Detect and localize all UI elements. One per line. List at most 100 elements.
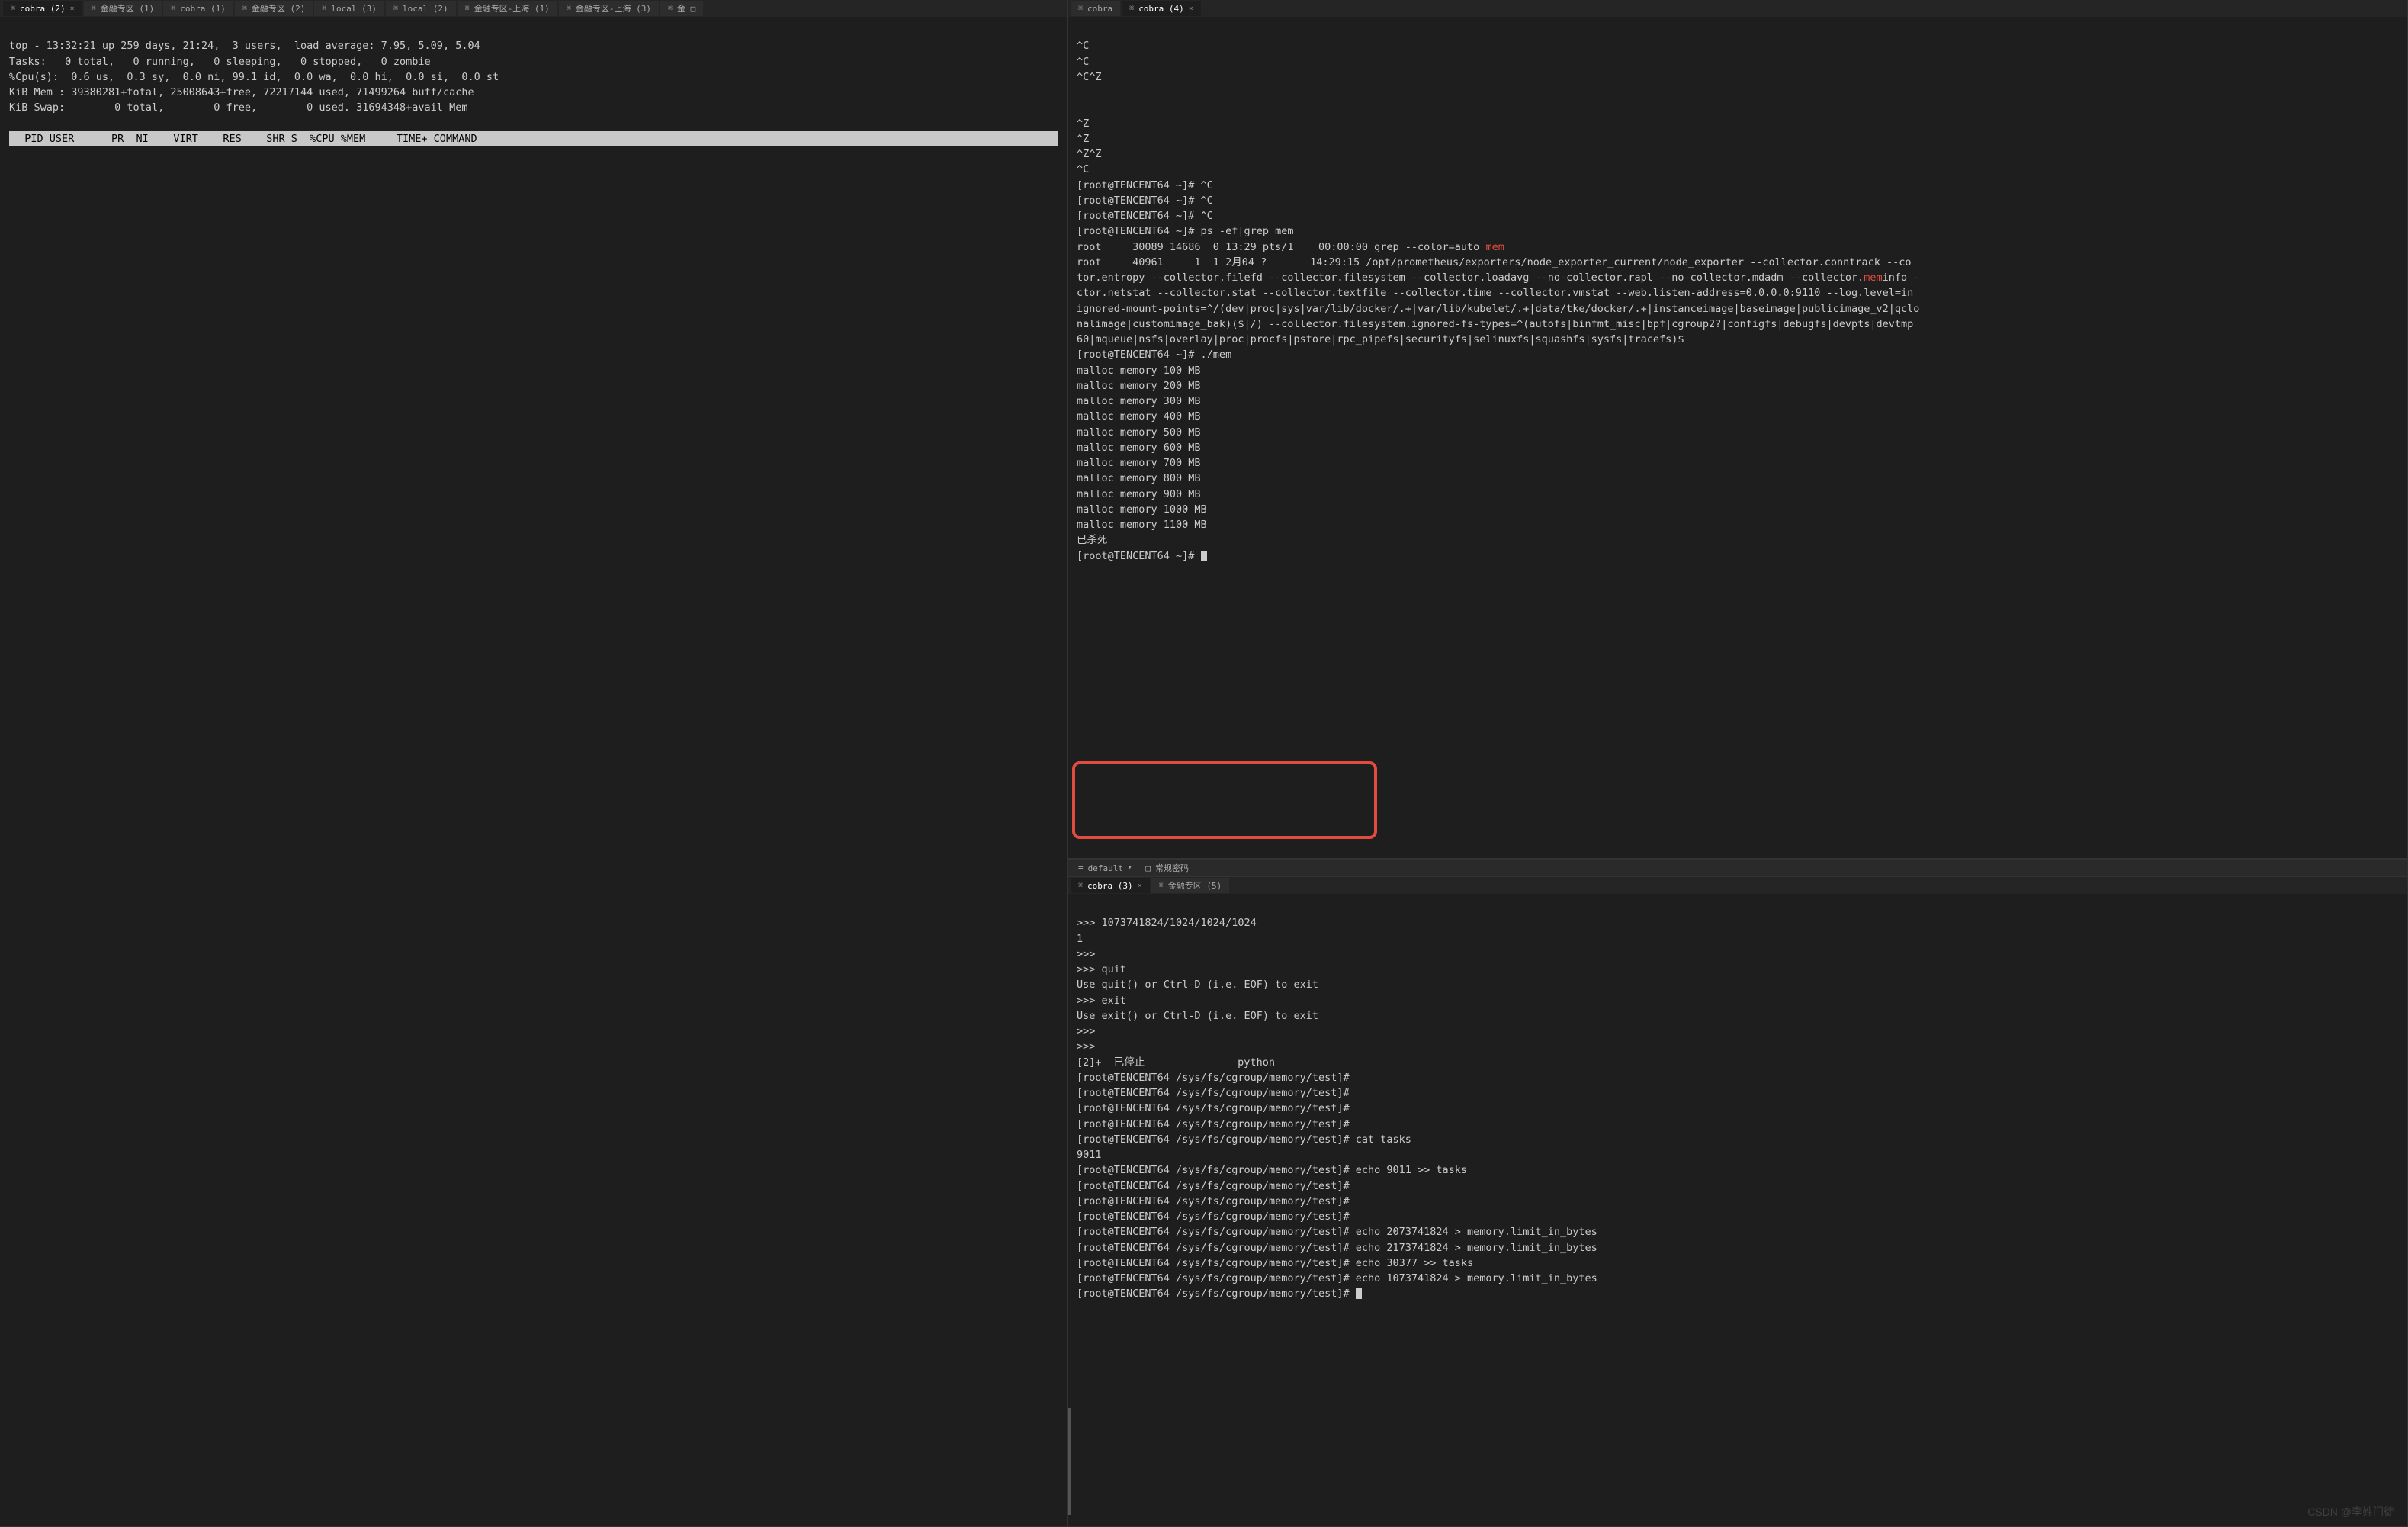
top-tab-bar: ⌘ cobra (2) × ⌘金融专区 (1) ⌘ cobra (1) ⌘ 金融专区 (…: [0, 0, 1067, 17]
right-top-terminal-pane: ⌘cobra ⌘cobra (4)× ^C ^C ^C^Z ^Z ^Z ^Z^Z…: [1068, 0, 2408, 859]
output-line: ^C ^C ^C^Z ^Z ^Z ^Z^Z ^C: [1077, 40, 1102, 175]
prompt-line: [root@TENCENT64 /sys/fs/cgroup/memory/te…: [1077, 1164, 1467, 1176]
right-bottom-terminal-pane: ≡ default ▾ □ 常规密码 ⌘ cobra (3) × ⌘ 金融专区 (5)…: [1068, 859, 2408, 1527]
prompt-line: [root@TENCENT64 /sys/fs/cgroup/memory/te…: [1077, 1133, 1411, 1146]
right-bottom-terminal-body[interactable]: >>> 1073741824/1024/1024/1024 1 >>> >>> …: [1068, 894, 2407, 1526]
keypad-icon: □: [1145, 863, 1151, 873]
watermark: CSDN @李姓门徒: [2307, 1504, 2394, 1519]
tab-cobra-3[interactable]: ⌘ cobra (3) ×: [1071, 878, 1150, 893]
close-icon[interactable]: ×: [1189, 5, 1193, 13]
prompt-line: [root@TENCENT64 /sys/fs/cgroup/memory/te…: [1077, 1102, 1350, 1114]
output-line: malloc memory 1100 MB: [1077, 519, 1207, 531]
output-line: [2]+ 已停止 python: [1077, 1056, 1275, 1069]
terminal-icon: ⌘: [242, 5, 247, 13]
right-top-terminal-body[interactable]: ^C ^C ^C^Z ^Z ^Z ^Z^Z ^C [root@TENCENT64…: [1068, 17, 2407, 858]
tab-label: local (3): [331, 4, 377, 14]
prompt-line: [root@TENCENT64 /sys/fs/cgroup/memory/te…: [1077, 1226, 1597, 1238]
output-line: malloc memory 400 MB: [1077, 410, 1201, 423]
tab-cobra-1[interactable]: ⌘ cobra (1): [163, 1, 233, 16]
scroll-indicator: [1068, 1408, 1071, 1515]
terminal-icon: ⌘: [1129, 5, 1134, 13]
prompt-line: [root@TENCENT64 /sys/fs/cgroup/memory/te…: [1077, 1180, 1350, 1192]
right-bottom-tab-bar: ⌘ cobra (3) × ⌘ 金融专区 (5): [1068, 877, 2407, 894]
output-line: Use exit() or Ctrl-D (i.e. EOF) to exit: [1077, 1010, 1318, 1022]
tab-finance-sh-3[interactable]: ⌘ 金融专区-上海 (3): [559, 1, 659, 16]
tab-local-2[interactable]: ⌘ local (2): [386, 1, 456, 16]
prompt-line: [root@TENCENT64 /sys/fs/cgroup/memory/te…: [1077, 1257, 1473, 1269]
top-line-uptime: top - 13:32:21 up 259 days, 21:24, 3 use…: [9, 40, 480, 52]
terminal-icon: ⌘: [393, 5, 398, 13]
password-button[interactable]: □ 常规密码: [1145, 862, 1189, 874]
prompt-line: [root@TENCENT64 ~]# ^C: [1077, 194, 1213, 207]
top-line-mem: KiB Mem : 39380281+total, 25008643+free,…: [9, 86, 474, 98]
left-terminal-body[interactable]: top - 13:32:21 up 259 days, 21:24, 3 use…: [0, 17, 1067, 1526]
prompt-line: [root@TENCENT64 /sys/fs/cgroup/memory/te…: [1077, 1242, 1597, 1254]
tab-label: cobra (1): [180, 4, 226, 14]
tab-label: cobra (2): [20, 4, 66, 14]
tab-label: cobra: [1087, 4, 1112, 14]
terminal-icon: ⌘: [668, 5, 673, 13]
top-line-tasks: Tasks: 0 total, 0 running, 0 sleeping, 0…: [9, 56, 431, 68]
tab-finance-2[interactable]: ⌘ 金融专区 (2): [235, 1, 313, 16]
output-line: malloc memory 700 MB: [1077, 457, 1201, 469]
prompt-line: [root@TENCENT64 ~]# ./mem: [1077, 349, 1231, 361]
output-line: malloc memory 1000 MB: [1077, 503, 1207, 516]
output-line: malloc memory 800 MB: [1077, 472, 1201, 484]
output-line: >>>: [1077, 1025, 1095, 1037]
prompt-line: [root@TENCENT64 ~]# ^C: [1077, 179, 1213, 191]
output-line: malloc memory 900 MB: [1077, 488, 1201, 500]
prompt-line: [root@TENCENT64 ~]# ^C: [1077, 210, 1213, 222]
tab-label: 金融专区 (5): [1168, 879, 1222, 892]
output-line: malloc memory 500 MB: [1077, 426, 1201, 439]
output-line: root 30089 14686 0 13:29 pts/1 00:00:00 …: [1077, 241, 1504, 253]
output-line: ignored-mount-points=^/(dev|proc|sys|var…: [1077, 303, 1919, 315]
cursor: [1356, 1288, 1362, 1299]
quick-toolbar: ≡ default ▾ □ 常规密码: [1068, 859, 2407, 877]
tab-label: 金 □: [677, 2, 695, 14]
tab-label: 金融专区 (2): [252, 2, 306, 14]
highlighted-mem: mem: [1864, 272, 1882, 284]
terminal-icon: ⌘: [171, 5, 175, 13]
right-top-tab-bar: ⌘cobra ⌘cobra (4)×: [1068, 0, 2407, 17]
close-icon[interactable]: ×: [70, 5, 75, 13]
prompt-line: [root@TENCENT64 /sys/fs/cgroup/memory/te…: [1077, 1272, 1597, 1284]
output-line: malloc memory 300 MB: [1077, 395, 1201, 407]
output-line: ctor.netstat --collector.stat --collecto…: [1077, 287, 1913, 299]
prompt-line: [root@TENCENT64 /sys/fs/cgroup/memory/te…: [1077, 1072, 1350, 1084]
close-icon[interactable]: ×: [1138, 882, 1142, 890]
tab-label: local (2): [403, 4, 448, 14]
terminal-icon: ⌘: [567, 5, 571, 13]
top-line-swap: KiB Swap: 0 total, 0 free, 0 used. 31694…: [9, 101, 467, 114]
terminal-icon: ⌘: [1078, 882, 1083, 890]
tab-finance-1[interactable]: ⌘金融专区 (1): [84, 1, 162, 16]
terminal-icon: ⌘: [92, 5, 96, 13]
tab-label: cobra (3): [1087, 881, 1133, 891]
prompt-line: [root@TENCENT64 ~]#: [1077, 550, 1207, 562]
tab-local-3[interactable]: ⌘ local (3): [314, 1, 384, 16]
output-line: >>>: [1077, 1040, 1095, 1053]
tab-cobra-4[interactable]: ⌘cobra (4)×: [1122, 1, 1201, 16]
output-line: tor.entropy --collector.filefd --collect…: [1077, 272, 1919, 284]
prompt-line: [root@TENCENT64 ~]# ps -ef|grep mem: [1077, 225, 1293, 237]
killed-line: 已杀死: [1077, 534, 1108, 546]
terminal-icon: ⌘: [322, 5, 326, 13]
output-line: malloc memory 600 MB: [1077, 442, 1201, 454]
default-dropdown[interactable]: ≡ default ▾: [1078, 863, 1132, 873]
prompt-line: [root@TENCENT64 /sys/fs/cgroup/memory/te…: [1077, 1288, 1362, 1300]
tab-cobra-2[interactable]: ⌘cobra (2)×: [3, 1, 82, 16]
tab-finance-sh-1[interactable]: ⌘金融专区-上海 (1): [458, 1, 557, 16]
left-terminal-pane: ⌘ cobra (2) × ⌘金融专区 (1) ⌘ cobra (1) ⌘ 金融专区 (…: [0, 0, 1068, 1527]
tab-cobra[interactable]: ⌘cobra: [1071, 1, 1120, 16]
output-line: >>> quit: [1077, 963, 1126, 976]
terminal-icon: ⌘: [1159, 882, 1164, 890]
terminal-icon: ⌘: [465, 5, 470, 13]
output-line: root 40961 1 1 2月04 ? 14:29:15 /opt/prom…: [1077, 256, 1911, 268]
tab-finance-5[interactable]: ⌘ 金融专区 (5): [1151, 878, 1230, 893]
menu-icon: ≡: [1078, 863, 1084, 873]
output-line: 9011: [1077, 1149, 1102, 1161]
tab-finance-trunc[interactable]: ⌘ 金 □: [660, 1, 703, 16]
tab-label: 金融专区-上海 (3): [576, 2, 651, 14]
output-line: 60|mqueue|nsfs|overlay|proc|procfs|pstor…: [1077, 333, 1684, 346]
output-line: >>>: [1077, 948, 1095, 960]
prompt-line: [root@TENCENT64 /sys/fs/cgroup/memory/te…: [1077, 1087, 1350, 1099]
